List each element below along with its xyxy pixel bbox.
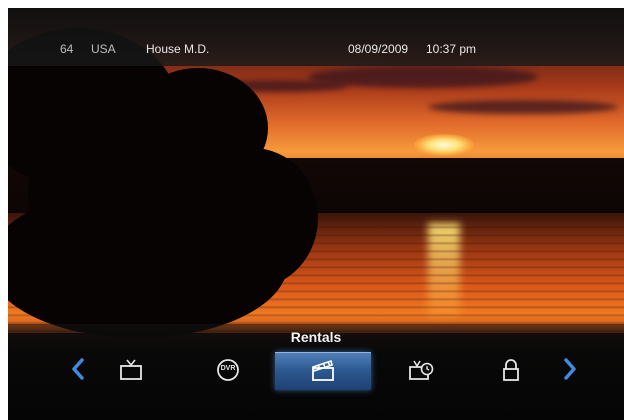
status-bar: 64 USA House M.D. 08/09/2009 10:37 pm: [8, 8, 624, 66]
tv-screen: 64 USA House M.D. 08/09/2009 10:37 pm Re…: [8, 8, 624, 420]
clapperboard-icon[interactable]: [310, 357, 336, 383]
sun: [414, 134, 474, 156]
tree-silhouette: [188, 148, 318, 288]
menu-title: Rentals: [290, 329, 342, 345]
right-arrow-icon[interactable]: [560, 358, 580, 380]
dvr-label: DVR: [220, 365, 236, 372]
channel-name: USA: [91, 42, 116, 56]
lock-icon[interactable]: [498, 357, 524, 383]
tv-clock-icon[interactable]: [408, 357, 434, 383]
time-display: 10:37 pm: [426, 42, 477, 56]
date-display: 08/09/2009: [348, 42, 409, 56]
cloud: [428, 100, 618, 114]
channel-number: 64: [60, 42, 74, 56]
tv-icon[interactable]: [118, 357, 144, 383]
dvr-icon[interactable]: DVR: [215, 357, 241, 383]
program-title: House M.D.: [146, 42, 210, 56]
left-arrow-icon[interactable]: [68, 358, 88, 380]
